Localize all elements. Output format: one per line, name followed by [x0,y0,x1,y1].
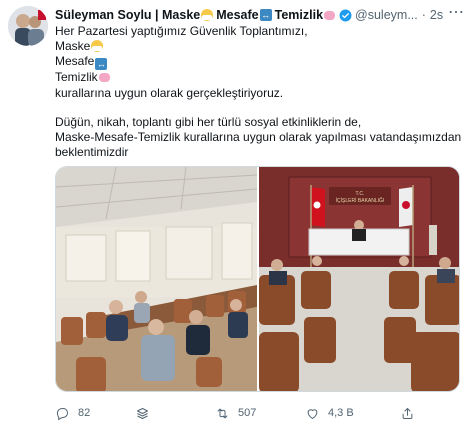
author-name-part3[interactable]: Temizlik [275,8,323,22]
verified-badge-icon [339,9,352,21]
author-handle[interactable]: @suleym... [355,8,418,22]
body-line: kurallarına uygun olarak gerçekleştiriyo… [55,85,284,100]
separator-dot: · [421,8,426,22]
tweet: Süleyman Soylu | Maske Mesafe ↔ Temizlik… [0,0,471,430]
reply-count: 82 [78,407,91,419]
left-right-arrow-emoji-icon: ↔ [95,58,108,71]
body-line: Maske-Mesafe-Temizlik kurallarına uygun … [55,130,462,145]
tweet-header: Süleyman Soylu | Maske Mesafe ↔ Temizlik… [55,6,465,24]
meeting-room-photo[interactable] [56,167,257,392]
retweet-icon [217,408,228,418]
action-bar: 82 507 4,3 B [55,402,465,424]
soap-emoji-icon [98,73,110,83]
banner-text-line1: T.C. [356,191,365,197]
share-icon [402,407,413,419]
retweet-button[interactable]: 507 [215,406,305,421]
body-line: Temizlik [55,70,465,85]
avatar-image [8,6,48,46]
media-grid: T.C. İÇİŞLERİ BAKANLIĞI [55,166,460,392]
heart-icon [307,408,318,419]
banner-text-line2: İÇİŞLERİ BAKANLIĞI [336,197,385,204]
layers-icon [137,407,148,419]
ministry-hall-photo[interactable]: T.C. İÇİŞLERİ BAKANLIĞI [259,167,460,392]
mask-emoji-icon [91,40,104,53]
layers-button[interactable] [135,406,215,421]
tweet-body: Her Pazartesi yaptığımız Güvenlik Toplan… [55,24,465,160]
body-line: Her Pazartesi yaptığımız Güvenlik Toplan… [55,24,308,38]
body-line: beklentimizdir [55,145,129,160]
body-line: Maske [55,39,465,54]
tweet-timestamp[interactable]: 2s [430,8,443,22]
like-button[interactable]: 4,3 B [305,406,400,421]
reply-button[interactable]: 82 [55,406,135,421]
author-name-part2[interactable]: Mesafe [216,8,258,22]
reply-icon [56,407,69,420]
left-right-arrow-emoji-icon: ↔ [259,9,272,21]
more-dots-icon[interactable]: ⋯ [448,2,465,22]
soap-emoji-icon [324,10,336,20]
retweet-count: 507 [238,407,257,419]
mask-emoji-icon [201,9,214,21]
body-line: Mesafe ↔ [55,54,108,71]
like-count: 4,3 B [328,407,354,419]
avatar[interactable] [8,6,48,46]
body-line: Düğün, nikah, toplantı gibi her türlü so… [55,114,362,129]
author-name[interactable]: Süleyman Soylu | Maske [55,8,200,22]
share-button[interactable] [400,406,415,421]
